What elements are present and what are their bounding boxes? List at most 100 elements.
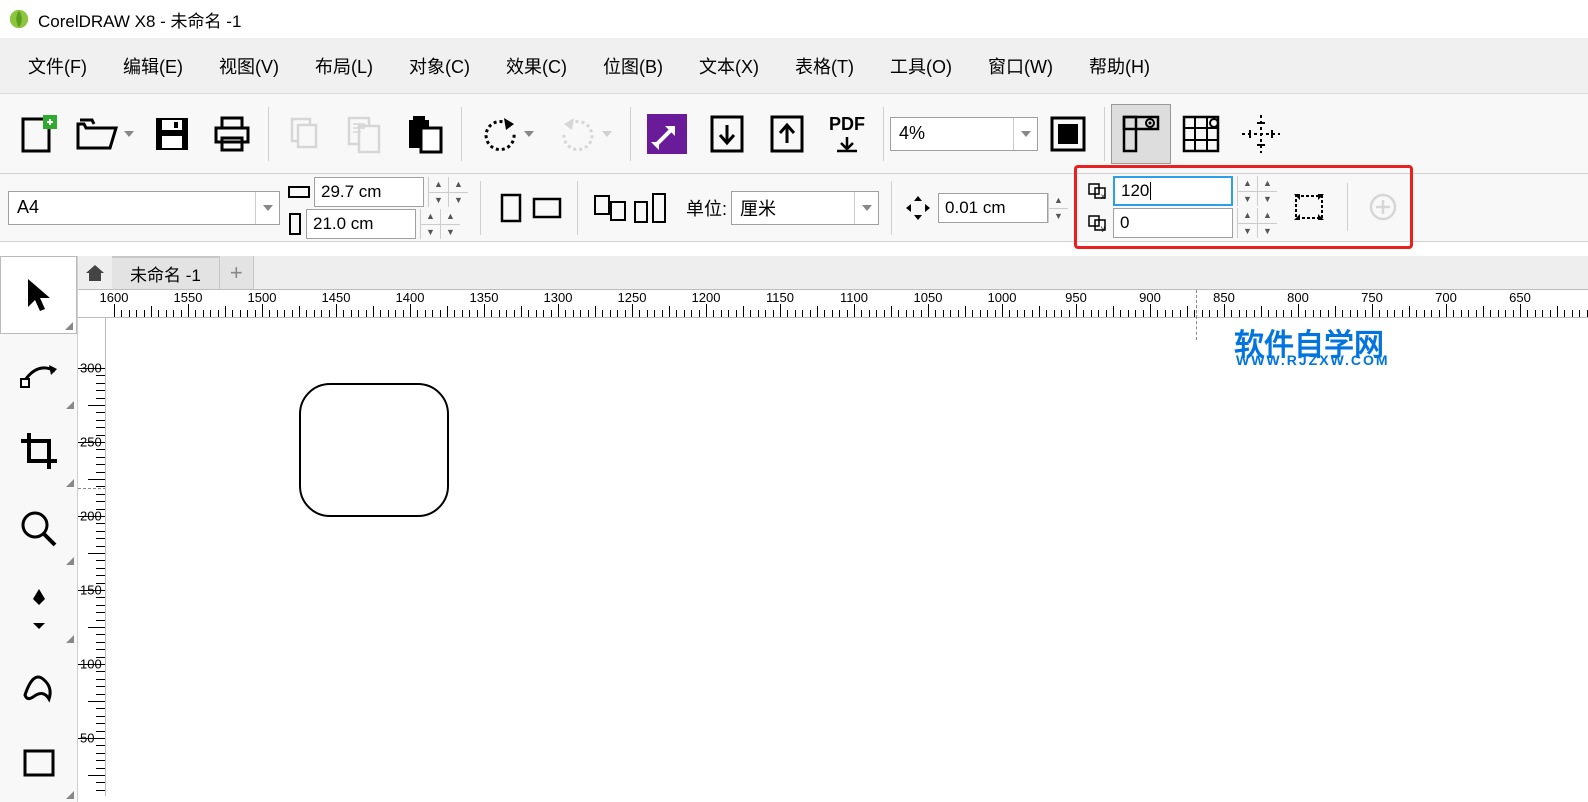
- menu-layout[interactable]: 布局(L): [297, 47, 391, 85]
- page-height-input[interactable]: 21.0 cm: [306, 209, 416, 239]
- freehand-tool[interactable]: [0, 568, 77, 646]
- spin-down[interactable]: ▼: [428, 192, 448, 207]
- watermark-url: WWW.RJZXW.COM: [1236, 352, 1390, 368]
- page-size-dropdown[interactable]: A4: [8, 191, 280, 225]
- spin-up[interactable]: ▲: [1048, 193, 1068, 208]
- flyout-icon: [66, 791, 74, 799]
- add-tab-button[interactable]: +: [220, 256, 254, 289]
- spin-up[interactable]: ▲: [1237, 176, 1257, 191]
- cut-button[interactable]: [275, 104, 335, 164]
- doc-tab-1[interactable]: 未命名 -1: [112, 256, 220, 289]
- nudge-input[interactable]: 0.01 cm: [938, 193, 1048, 223]
- horizontal-ruler[interactable]: 1600155015001450140013501300125012001150…: [78, 290, 1588, 318]
- menu-help[interactable]: 帮助(H): [1071, 47, 1168, 85]
- open-button[interactable]: [68, 104, 142, 164]
- spin-down[interactable]: ▼: [1257, 191, 1277, 206]
- new-button[interactable]: [8, 104, 68, 164]
- spin-up[interactable]: ▲: [428, 177, 448, 192]
- undo-button[interactable]: [468, 104, 546, 164]
- print-button[interactable]: [202, 104, 262, 164]
- export-button[interactable]: [697, 104, 757, 164]
- import-button[interactable]: [637, 104, 697, 164]
- undo-dropdown-icon[interactable]: [524, 131, 534, 137]
- menu-effects[interactable]: 效果(C): [488, 47, 585, 85]
- dup-y-icon: y: [1087, 214, 1109, 232]
- zoom-value: 4%: [891, 123, 1013, 144]
- menu-text[interactable]: 文本(X): [681, 47, 777, 85]
- spin-up[interactable]: ▲: [440, 209, 460, 224]
- artistic-media-tool[interactable]: [0, 646, 77, 724]
- pdf-label: PDF: [829, 114, 865, 135]
- grid-button[interactable]: [1171, 104, 1231, 164]
- unit-dropdown[interactable]: 厘米: [731, 191, 879, 225]
- pdf-button[interactable]: PDF: [817, 104, 877, 164]
- rulers-button[interactable]: [1111, 104, 1171, 164]
- rectangle-tool[interactable]: [0, 724, 77, 802]
- menu-view[interactable]: 视图(V): [201, 47, 297, 85]
- spin-up[interactable]: ▲: [1257, 176, 1277, 191]
- spin-up[interactable]: ▲: [448, 177, 468, 192]
- title-bar: CorelDRAW X8 - 未命名 -1: [0, 0, 1588, 38]
- nudge-icon: [904, 194, 932, 222]
- home-tab[interactable]: [78, 256, 112, 289]
- spin-down[interactable]: ▼: [1048, 208, 1068, 223]
- menu-table[interactable]: 表格(T): [777, 47, 872, 85]
- spin-down[interactable]: ▼: [1257, 223, 1277, 238]
- menu-file[interactable]: 文件(F): [10, 47, 105, 85]
- separator: [461, 107, 462, 161]
- spin-down[interactable]: ▼: [420, 224, 440, 239]
- publish-button[interactable]: [757, 104, 817, 164]
- duplicate-distance-group: x 120 ▲▼ ▲▼ y 0 ▲▼ ▲▼: [1074, 165, 1413, 249]
- separator: [1104, 107, 1105, 161]
- shape-tool[interactable]: [0, 334, 77, 412]
- landscape-button[interactable]: [529, 188, 565, 228]
- dup-y-input[interactable]: 0: [1113, 208, 1233, 238]
- menu-bitmap[interactable]: 位图(B): [585, 47, 681, 85]
- menu-window[interactable]: 窗口(W): [970, 47, 1071, 85]
- separator: [577, 181, 578, 235]
- menu-tools[interactable]: 工具(O): [872, 47, 970, 85]
- all-pages-button[interactable]: [590, 188, 630, 228]
- redo-dropdown-icon[interactable]: [602, 131, 612, 137]
- guides-button[interactable]: [1231, 104, 1291, 164]
- separator: [883, 107, 884, 161]
- rounded-rect-shape[interactable]: [296, 380, 456, 530]
- dup-x-input[interactable]: 120: [1113, 176, 1233, 206]
- property-bar: A4 29.7 cm ▲▼ ▲▼ 21.0 cm ▲▼ ▲▼: [0, 174, 1588, 242]
- spin-up[interactable]: ▲: [1257, 208, 1277, 223]
- treat-as-filled-button[interactable]: [1289, 187, 1329, 227]
- menu-edit[interactable]: 编辑(E): [105, 47, 201, 85]
- menu-bar: 文件(F) 编辑(E) 视图(V) 布局(L) 对象(C) 效果(C) 位图(B…: [0, 38, 1588, 94]
- open-dropdown-icon[interactable]: [124, 131, 134, 137]
- current-page-button[interactable]: [630, 188, 670, 228]
- page-width-input[interactable]: 29.7 cm: [314, 177, 424, 207]
- zoom-tool[interactable]: [0, 490, 77, 568]
- toolbox: [0, 256, 78, 802]
- add-preset-button[interactable]: [1366, 190, 1400, 224]
- zoom-dropdown[interactable]: 4%: [890, 117, 1038, 151]
- spin-down[interactable]: ▼: [1237, 223, 1257, 238]
- pick-tool[interactable]: [0, 256, 77, 334]
- copy-button[interactable]: [335, 104, 395, 164]
- fullscreen-button[interactable]: [1038, 104, 1098, 164]
- save-button[interactable]: [142, 104, 202, 164]
- spin-down[interactable]: ▼: [440, 224, 460, 239]
- guide-marker: [1196, 300, 1198, 340]
- window-title: CorelDRAW X8 - 未命名 -1: [38, 7, 241, 32]
- unit-value: 厘米: [732, 195, 854, 221]
- spin-down[interactable]: ▼: [448, 192, 468, 207]
- portrait-button[interactable]: [493, 188, 529, 228]
- separator: [891, 181, 892, 235]
- drawing-canvas[interactable]: 软件自学网 WWW.RJZXW.COM: [106, 318, 1588, 796]
- svg-text:y: y: [1101, 224, 1105, 232]
- spin-down[interactable]: ▼: [1237, 191, 1257, 206]
- redo-button[interactable]: [546, 104, 624, 164]
- dropdown-arrow-icon: [255, 192, 279, 224]
- menu-object[interactable]: 对象(C): [391, 47, 488, 85]
- spin-up[interactable]: ▲: [420, 209, 440, 224]
- crop-tool[interactable]: [0, 412, 77, 490]
- page-dimensions: 29.7 cm ▲▼ ▲▼ 21.0 cm ▲▼ ▲▼: [288, 177, 468, 239]
- paste-button[interactable]: [395, 104, 455, 164]
- spin-up[interactable]: ▲: [1237, 208, 1257, 223]
- vertical-ruler[interactable]: 30025020015010050: [78, 318, 106, 796]
